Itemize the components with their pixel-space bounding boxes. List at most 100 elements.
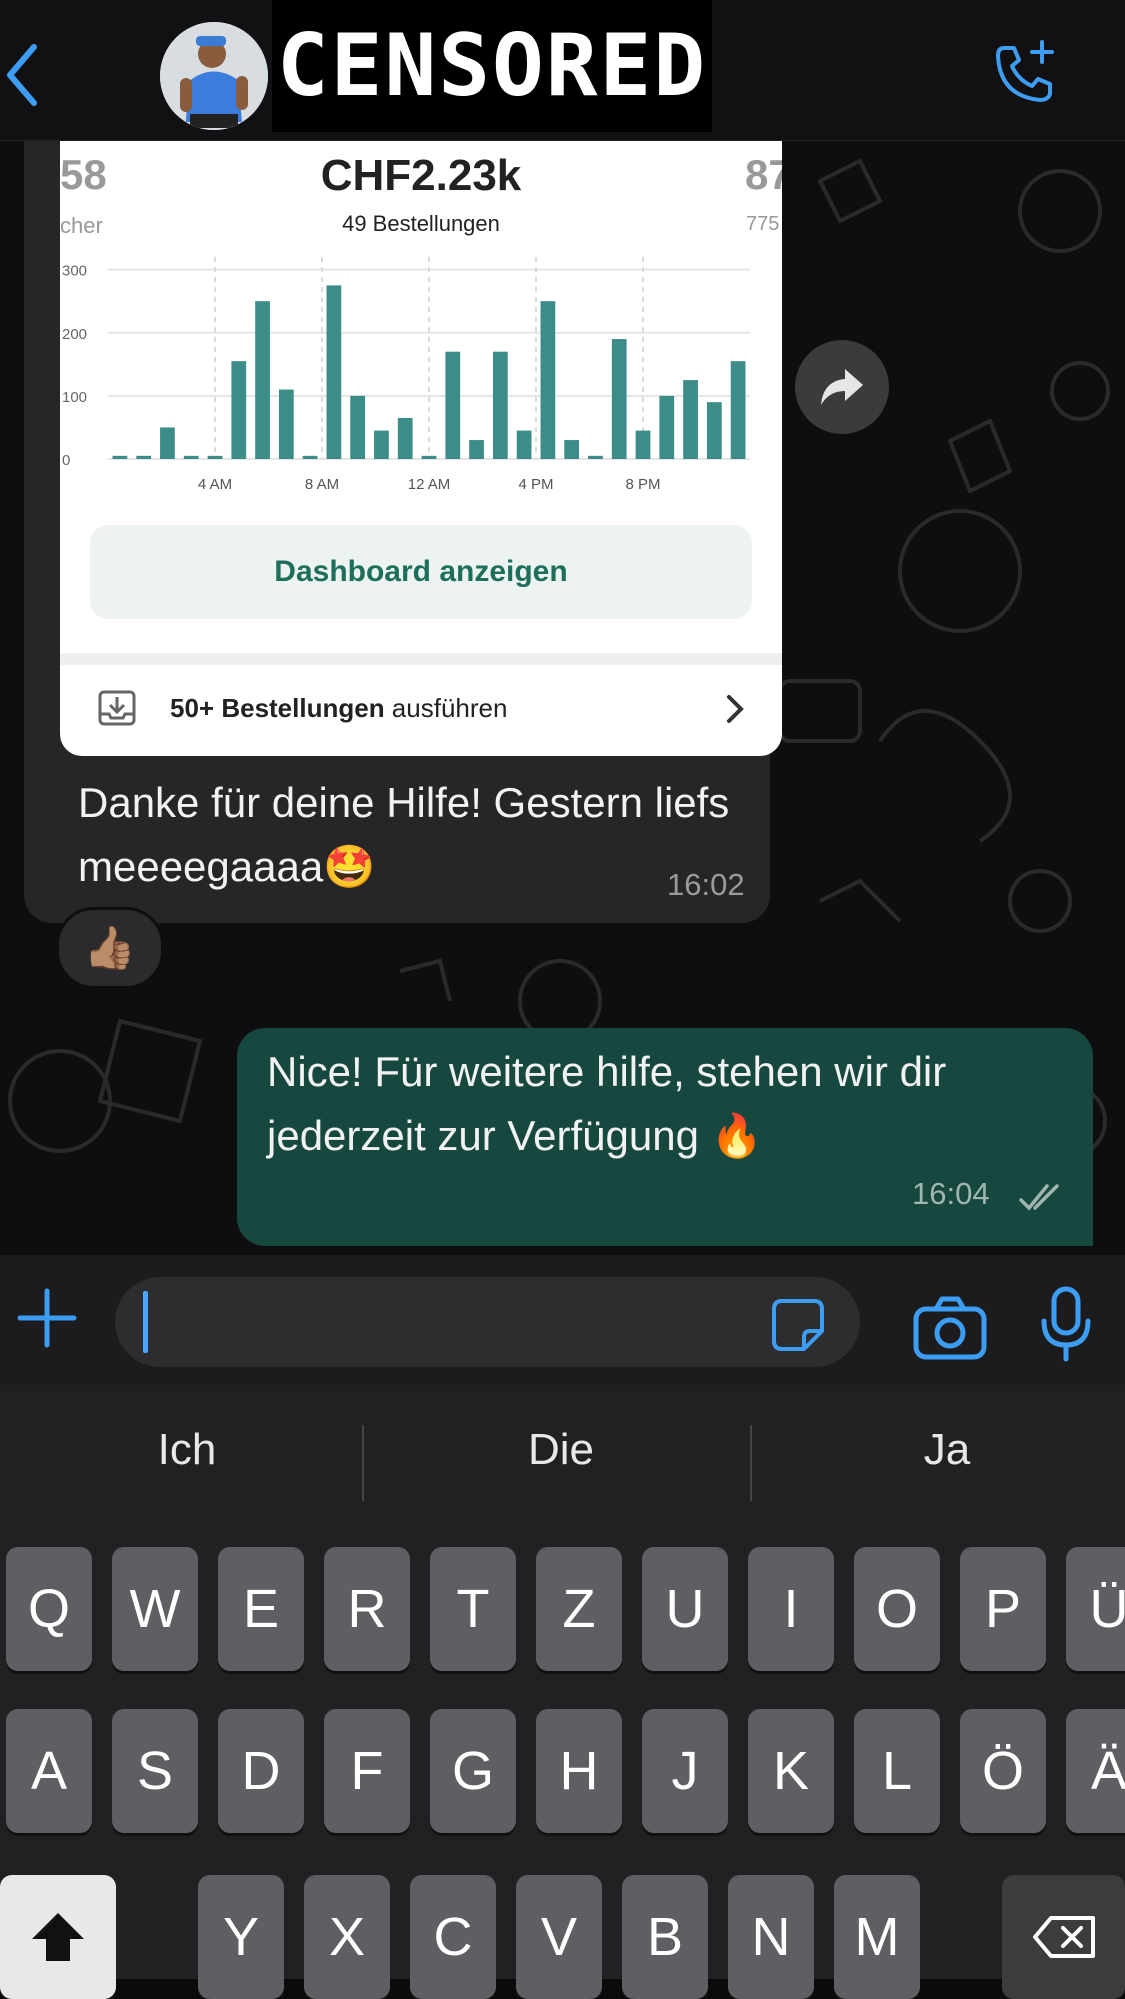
chevron-right-icon <box>727 695 744 723</box>
download-tray-icon <box>98 690 136 726</box>
suggestion-divider <box>362 1425 364 1501</box>
chart-bar <box>397 417 413 459</box>
chart-bar <box>611 339 627 459</box>
key-x[interactable]: X <box>304 1875 390 1999</box>
outgoing-message-time: 16:04 <box>912 1176 990 1211</box>
key-m[interactable]: M <box>834 1875 920 1999</box>
microphone-icon[interactable] <box>1036 1285 1096 1365</box>
x-tick-label: 4 PM <box>518 476 553 493</box>
chart-bar <box>374 430 389 459</box>
shift-arrow-icon <box>32 1913 84 1961</box>
sticker-icon[interactable] <box>770 1297 826 1353</box>
incoming-message-time: 16:02 <box>667 867 745 902</box>
key-b[interactable]: B <box>622 1875 708 1999</box>
forward-button[interactable] <box>795 340 889 434</box>
next-stat-label: 775 <box>746 213 780 235</box>
forward-arrow-icon <box>821 369 863 405</box>
key-j[interactable]: J <box>642 1709 728 1833</box>
dashboard-button[interactable]: Dashboard anzeigen <box>90 525 752 619</box>
chart-bar <box>540 301 556 459</box>
chart-bar <box>730 361 746 459</box>
key-d[interactable]: D <box>218 1709 304 1833</box>
backspace-icon <box>1032 1916 1095 1958</box>
fulfill-orders-count: 50+ Bestellungen <box>170 693 385 723</box>
key-ö[interactable]: Ö <box>960 1709 1046 1833</box>
y-tick-label: 200 <box>62 326 87 343</box>
backspace-key[interactable] <box>1002 1875 1125 1999</box>
key-ü[interactable]: Ü <box>1066 1547 1125 1671</box>
chart-bar <box>659 395 675 459</box>
chart-bar <box>588 455 603 459</box>
outgoing-message-text: Nice! Für weitere hilfe, stehen wir dir … <box>267 1048 947 1159</box>
avatar-person-icon <box>160 22 268 130</box>
chart-bar <box>160 427 175 459</box>
plus-icon[interactable] <box>12 1283 82 1353</box>
add-call-icon[interactable] <box>990 38 1060 108</box>
chart-bar <box>492 351 508 459</box>
orders-count: 49 Bestellungen <box>342 211 500 236</box>
back-chevron-icon[interactable] <box>0 35 50 115</box>
x-tick-label: 4 AM <box>198 476 232 493</box>
key-h[interactable]: H <box>536 1709 622 1833</box>
card-divider <box>60 653 782 665</box>
chart-bar <box>183 455 199 459</box>
key-k[interactable]: K <box>748 1709 834 1833</box>
key-ä[interactable]: Ä <box>1066 1709 1125 1833</box>
camera-icon[interactable] <box>912 1295 988 1361</box>
keyboard: Ich Die Ja QWERTZUIOPÜ ASDFGHJKLÖÄ YXCVBNM <box>0 1385 1125 1999</box>
suggestion-1[interactable]: Ich <box>0 1425 374 1475</box>
chart-bar <box>421 455 437 459</box>
chart-bar <box>112 455 128 459</box>
key-e[interactable]: E <box>218 1547 304 1671</box>
y-tick-label: 100 <box>62 389 87 406</box>
contact-avatar[interactable] <box>160 22 268 130</box>
key-v[interactable]: V <box>516 1875 602 1999</box>
key-s[interactable]: S <box>112 1709 198 1833</box>
chart-bar <box>564 440 580 459</box>
key-i[interactable]: I <box>748 1547 834 1671</box>
sales-total: CHF2.23k <box>320 151 522 200</box>
chart-bar <box>350 395 366 459</box>
chart-bar <box>469 440 484 459</box>
fulfill-orders-label: 50+ Bestellungen ausführen <box>170 693 507 724</box>
x-tick-label: 8 PM <box>625 476 660 493</box>
key-y[interactable]: Y <box>198 1875 284 1999</box>
key-g[interactable]: G <box>430 1709 516 1833</box>
key-q[interactable]: Q <box>6 1547 92 1671</box>
outgoing-message-bubble[interactable]: Nice! Für weitere hilfe, stehen wir dir … <box>237 1028 1093 1246</box>
fulfill-orders-row[interactable]: 50+ Bestellungen ausführen <box>60 665 782 755</box>
key-l[interactable]: L <box>854 1709 940 1833</box>
key-z[interactable]: Z <box>536 1547 622 1671</box>
x-tick-label: 8 AM <box>305 476 339 493</box>
key-w[interactable]: W <box>112 1547 198 1671</box>
suggestion-divider <box>750 1425 752 1501</box>
stats-card[interactable]: 58 cher CHF2.23k 49 Bestellungen 87 775 … <box>60 141 782 756</box>
key-c[interactable]: C <box>410 1875 496 1999</box>
chart-bar <box>445 351 461 459</box>
chart-bar <box>706 402 722 459</box>
incoming-message-bubble[interactable]: 58 cher CHF2.23k 49 Bestellungen 87 775 … <box>24 141 782 923</box>
key-a[interactable]: A <box>6 1709 92 1833</box>
fulfill-orders-action: ausführen <box>384 693 508 723</box>
key-u[interactable]: U <box>642 1547 728 1671</box>
censored-contact-name[interactable]: CENSORED <box>272 0 712 132</box>
text-caret <box>143 1291 148 1353</box>
suggestion-2[interactable]: Die <box>374 1425 748 1475</box>
chat-area[interactable]: 58 cher CHF2.23k 49 Bestellungen 87 775 … <box>0 141 1125 1255</box>
key-p[interactable]: P <box>960 1547 1046 1671</box>
message-input[interactable] <box>115 1277 860 1367</box>
shift-key[interactable] <box>0 1875 116 1999</box>
reaction-badge[interactable]: 👍🏽 <box>56 907 164 989</box>
chart-bar <box>231 361 247 459</box>
suggestion-3[interactable]: Ja <box>760 1425 1125 1475</box>
chart-bar <box>683 380 698 459</box>
key-n[interactable]: N <box>728 1875 814 1999</box>
read-receipt-icon <box>1019 1184 1059 1211</box>
key-t[interactable]: T <box>430 1547 516 1671</box>
y-tick-label: 0 <box>62 452 70 469</box>
key-o[interactable]: O <box>854 1547 940 1671</box>
chart-bar <box>255 301 270 459</box>
key-r[interactable]: R <box>324 1547 410 1671</box>
key-f[interactable]: F <box>324 1709 410 1833</box>
message-input-bar <box>0 1255 1125 1385</box>
